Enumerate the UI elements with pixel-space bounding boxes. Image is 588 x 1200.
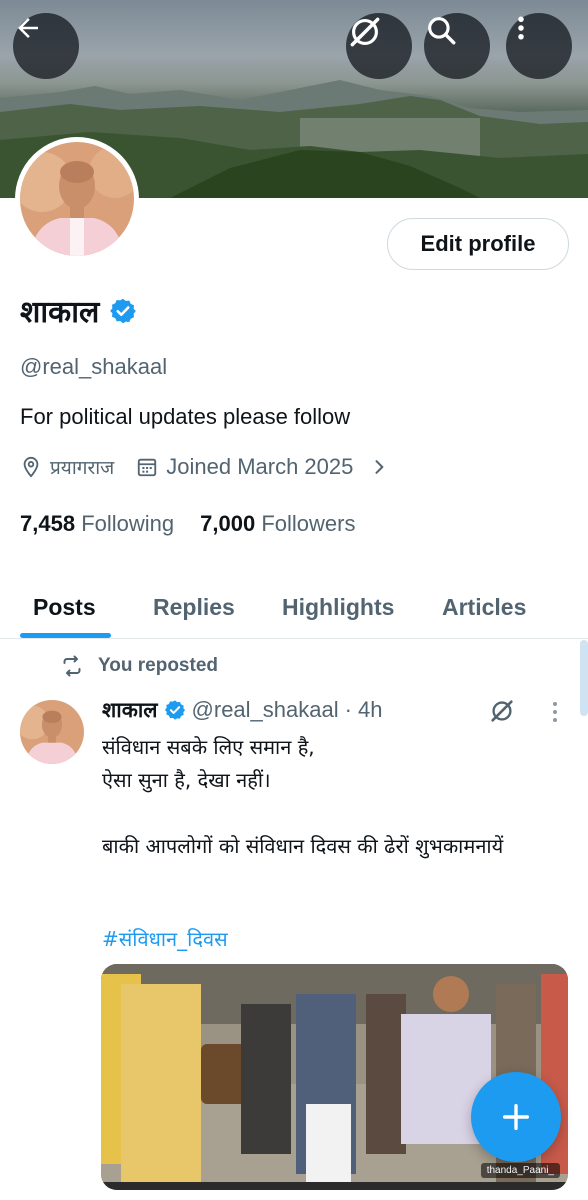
scrollbar-thumb[interactable] [580,640,588,716]
post-more-button[interactable] [545,700,565,729]
joined-item[interactable]: Joined March 2025 [136,454,353,480]
media-watermark: thanda_Paani_ [480,1163,560,1178]
calendar-icon [138,458,157,477]
post-hashtag-link[interactable]: #संविधान_दिवस [102,925,228,952]
profile-meta: प्रयागराज Joined March 2025 [20,454,389,480]
post-author-name[interactable]: शाकाल [102,696,158,724]
profile-bio: For political updates please follow [20,404,351,429]
joined-text: Joined March 2025 [166,454,354,479]
verified-badge-icon[interactable] [109,297,137,325]
following-count: 7,458 [20,511,76,536]
post-author-handle[interactable]: @real_shakaal [192,697,339,723]
post-body-text: संविधान सबके लिए समान है, ऐसा सुना है, द… [102,735,504,858]
repost-icon [63,655,81,677]
repost-indicator: You reposted [60,654,218,678]
profile-handle: @real_shakaal [20,354,168,379]
tab-replies[interactable]: Replies [153,575,235,639]
followers-link[interactable]: 7,000 Followers [200,511,355,537]
avatar-image [20,142,134,256]
compose-post-button[interactable] [471,1072,561,1162]
tab-posts[interactable]: Posts [33,575,96,639]
more-vertical-icon [518,16,524,40]
post-avatar-image [20,700,84,764]
profile-tabs: Posts Replies Highlights Articles [0,575,588,639]
active-tab-indicator [20,633,111,638]
profile-avatar[interactable] [15,137,139,261]
grok-slash-icon [491,700,513,722]
tab-highlights[interactable]: Highlights [282,575,394,639]
post-author-avatar[interactable] [20,700,84,764]
location-item: प्रयागराज [20,454,114,480]
back-button[interactable] [13,13,79,79]
grok-button[interactable] [346,13,412,79]
post-separator: · [344,697,352,722]
tab-articles[interactable]: Articles [442,575,526,639]
meta-expand-chevron-icon[interactable] [369,457,389,477]
following-link[interactable]: 7,458 Following [20,511,174,537]
display-name: शाकाल [20,295,100,330]
search-button[interactable] [424,13,490,79]
following-label: Following [81,511,175,536]
followers-count: 7,000 [200,511,256,536]
location-text: प्रयागराज [50,457,115,479]
arrow-left-icon [18,18,38,38]
post-header: शाकाल @real_shakaal · 4h [102,696,382,724]
plus-icon [502,1103,530,1131]
post-time[interactable]: 4h [358,697,382,723]
more-options-button[interactable] [506,13,572,79]
verified-badge-icon [164,700,185,720]
more-vertical-icon [553,702,557,722]
repost-label: You reposted [98,655,218,676]
edit-profile-button[interactable]: Edit profile [387,218,569,270]
follow-stats: 7,458 Following 7,000 Followers [20,511,355,537]
location-pin-icon [23,456,39,478]
profile-name-row: शाकाल [20,290,137,331]
followers-label: Followers [261,511,356,536]
grok-slash-icon [350,17,380,47]
search-icon [428,17,456,45]
post-grok-button[interactable] [488,697,516,730]
